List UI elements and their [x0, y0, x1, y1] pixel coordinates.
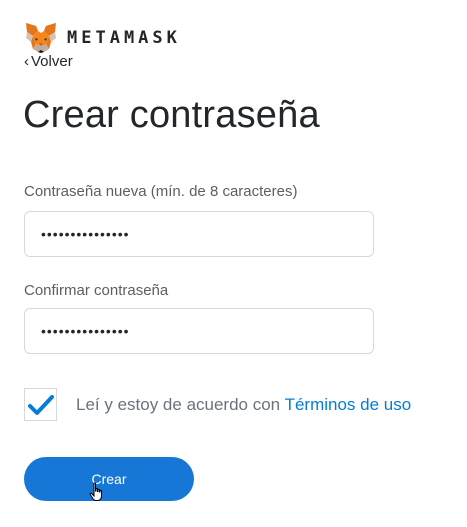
- back-link[interactable]: ‹ Volver: [24, 53, 73, 70]
- new-password-label: Contraseña nueva (mín. de 8 caracteres): [24, 183, 298, 200]
- page-title: Crear contraseña: [23, 94, 320, 136]
- back-link-label: Volver: [31, 53, 73, 70]
- metamask-fox-icon: [26, 23, 56, 53]
- create-password-page: METAMASK ‹ Volver Crear contraseña Contr…: [0, 0, 467, 527]
- terms-text: Leí y estoy de acuerdo con Términos de u…: [76, 395, 411, 415]
- terms-checkbox[interactable]: [24, 388, 57, 421]
- confirm-password-field[interactable]: [24, 308, 374, 354]
- header-logo[interactable]: METAMASK: [24, 22, 181, 54]
- terms-row: Leí y estoy de acuerdo con Términos de u…: [24, 388, 411, 421]
- terms-prefix: Leí y estoy de acuerdo con: [76, 394, 285, 414]
- checkmark-icon: [28, 395, 54, 415]
- confirm-password-label: Confirmar contraseña: [24, 282, 169, 299]
- terms-of-use-link[interactable]: Términos de uso: [285, 395, 412, 414]
- new-password-field[interactable]: [24, 211, 374, 257]
- create-button[interactable]: Crear: [24, 457, 194, 501]
- brand-wordmark: METAMASK: [67, 28, 181, 48]
- chevron-left-icon: ‹: [24, 53, 29, 70]
